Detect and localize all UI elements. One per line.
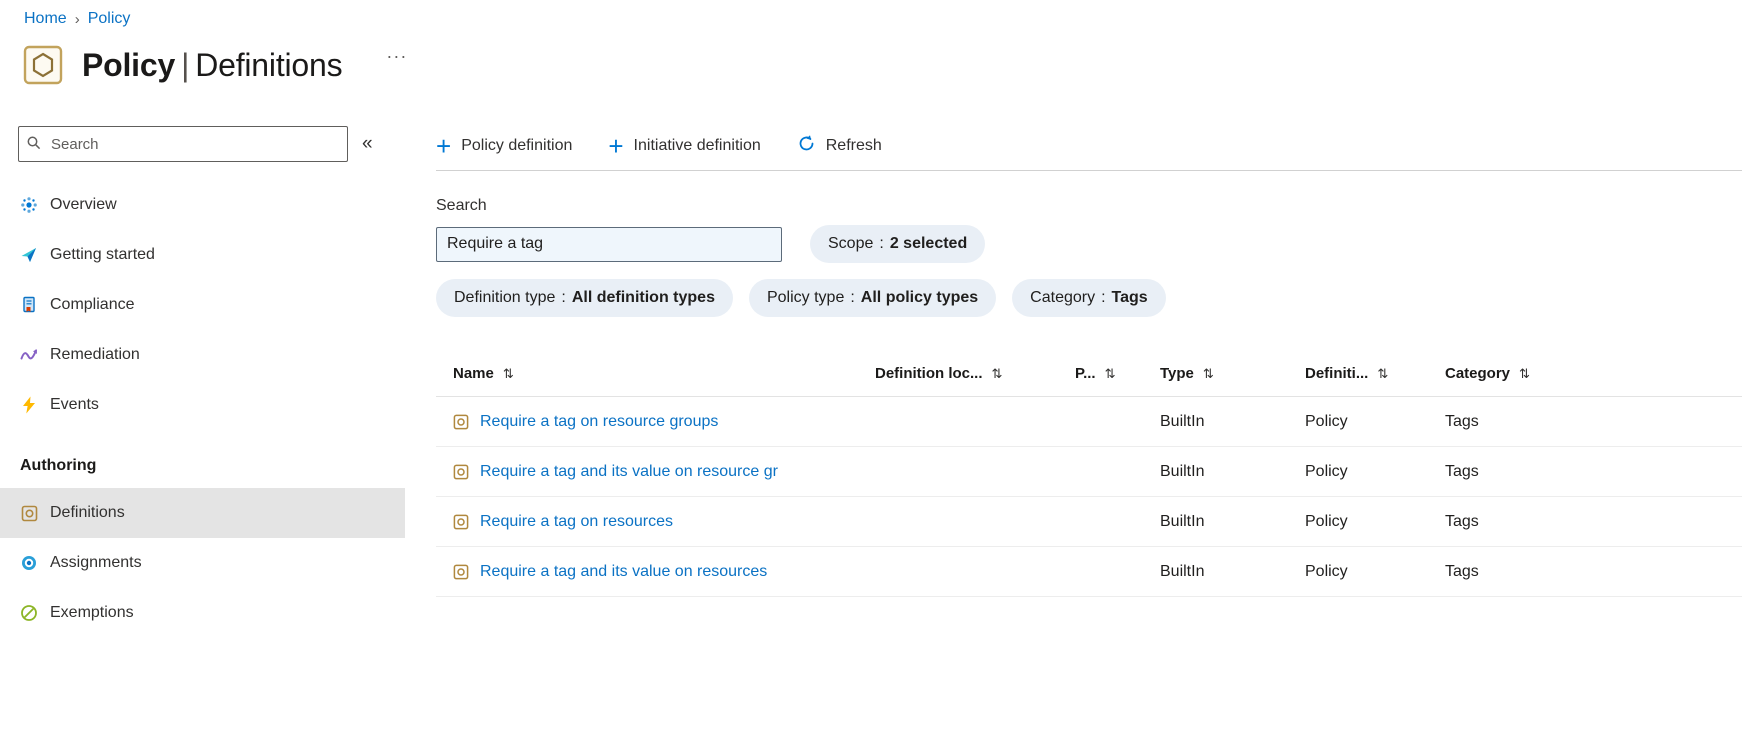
cell-type: BuiltIn — [1160, 412, 1205, 430]
breadcrumb-separator-icon: › — [74, 10, 80, 28]
definition-link[interactable]: Require a tag on resources — [480, 513, 673, 531]
refresh-button[interactable]: Refresh — [797, 134, 882, 158]
remediation-icon — [20, 346, 38, 364]
search-icon — [26, 135, 42, 156]
definition-link[interactable]: Require a tag and its value on resources — [480, 563, 767, 581]
column-header-policies[interactable]: P... ⇅ — [1058, 365, 1143, 382]
sidebar-item-overview[interactable]: Overview — [0, 180, 405, 230]
sidebar-item-label: Overview — [50, 196, 117, 213]
assignments-icon — [20, 554, 38, 572]
events-icon — [20, 396, 38, 414]
sidebar-search-input[interactable] — [18, 126, 348, 162]
main-panel: + Policy definition + Initiative definit… — [405, 126, 1742, 638]
sidebar-collapse-button[interactable]: « — [362, 133, 373, 155]
breadcrumb-home-link[interactable]: Home — [24, 10, 67, 28]
sidebar-item-label: Assignments — [50, 554, 142, 571]
column-header-name[interactable]: Name ⇅ — [436, 365, 858, 382]
sidebar-item-label: Exemptions — [50, 604, 134, 621]
cell-type: BuiltIn — [1160, 562, 1205, 580]
sidebar-item-getting-started[interactable]: Getting started — [0, 230, 405, 280]
sort-icon: ⇅ — [1519, 365, 1530, 381]
column-header-category[interactable]: Category ⇅ — [1428, 365, 1742, 382]
cell-definition-type: Policy — [1305, 562, 1348, 580]
sort-icon: ⇅ — [1104, 365, 1116, 381]
cell-type: BuiltIn — [1160, 462, 1205, 480]
getting-started-icon — [20, 246, 38, 264]
refresh-icon — [797, 134, 816, 158]
toolbar-divider — [436, 170, 1742, 171]
page-header: Policy | Definitions ··· — [0, 28, 1742, 86]
cell-definition-type: Policy — [1305, 462, 1348, 480]
page-title: Policy | Definitions — [82, 46, 343, 83]
column-header-definition-type[interactable]: Definiti... ⇅ — [1288, 365, 1428, 382]
sidebar-item-events[interactable]: Events — [0, 380, 405, 430]
policy-definition-button[interactable]: + Policy definition — [436, 131, 572, 161]
policy-type-filter-pill[interactable]: Policy type : All policy types — [748, 279, 997, 317]
sidebar-item-definitions[interactable]: Definitions — [0, 488, 405, 538]
sidebar-item-assignments[interactable]: Assignments — [0, 538, 405, 588]
sidebar-item-exemptions[interactable]: Exemptions — [0, 588, 405, 638]
definitions-icon — [20, 504, 38, 522]
plus-icon: + — [608, 131, 624, 161]
sidebar-item-label: Getting started — [50, 246, 155, 263]
sidebar-item-label: Definitions — [50, 504, 125, 521]
plus-icon: + — [436, 131, 452, 161]
sidebar-item-compliance[interactable]: Compliance — [0, 280, 405, 330]
sidebar-section-authoring: Authoring — [20, 457, 97, 474]
content-area: « Overview — [0, 126, 1742, 638]
table-row[interactable]: Require a tag on resources BuiltIn Polic… — [436, 497, 1742, 547]
cell-category: Tags — [1445, 512, 1479, 530]
breadcrumb-policy-link[interactable]: Policy — [88, 10, 131, 28]
overview-icon — [20, 196, 38, 214]
definitions-table: Name ⇅ Definition loc... ⇅ P... ⇅ Type ⇅ Def… — [436, 351, 1742, 597]
sort-icon: ⇅ — [502, 365, 514, 381]
exemptions-icon — [20, 604, 38, 622]
sort-icon: ⇅ — [1202, 365, 1214, 381]
breadcrumb: Home › Policy — [0, 0, 1742, 28]
policy-definition-icon — [453, 414, 469, 430]
definition-search-input[interactable] — [436, 226, 782, 262]
cell-definition-type: Policy — [1305, 412, 1348, 430]
cell-category: Tags — [1445, 562, 1479, 580]
column-header-definition-location[interactable]: Definition loc... ⇅ — [858, 365, 1058, 382]
table-row[interactable]: Require a tag on resource groups BuiltIn… — [436, 397, 1742, 447]
policy-definition-icon — [453, 464, 469, 480]
table-row[interactable]: Require a tag and its value on resource … — [436, 447, 1742, 497]
definition-type-filter-pill[interactable]: Definition type : All definition types — [436, 279, 733, 317]
initiative-definition-button[interactable]: + Initiative definition — [608, 131, 760, 161]
table-row[interactable]: Require a tag and its value on resources… — [436, 547, 1742, 597]
cell-category: Tags — [1445, 462, 1479, 480]
sidebar-item-label: Remediation — [50, 346, 140, 363]
scope-filter-pill[interactable]: Scope : 2 selected — [810, 225, 986, 263]
policy-definition-icon — [453, 564, 469, 580]
sort-icon: ⇅ — [1377, 365, 1389, 381]
policy-definition-icon — [453, 514, 469, 530]
definition-link[interactable]: Require a tag and its value on resource … — [480, 463, 778, 481]
category-filter-pill[interactable]: Category : Tags — [1012, 279, 1166, 317]
sidebar-item-label: Compliance — [50, 296, 135, 313]
more-menu-button[interactable]: ··· — [386, 46, 407, 67]
sidebar: « Overview — [0, 126, 405, 638]
policy-page-icon — [22, 44, 64, 86]
compliance-icon — [20, 296, 38, 314]
definition-link[interactable]: Require a tag on resource groups — [480, 413, 718, 431]
cell-category: Tags — [1445, 412, 1479, 430]
search-label: Search — [436, 197, 487, 214]
column-header-type[interactable]: Type ⇅ — [1143, 365, 1288, 382]
command-bar: + Policy definition + Initiative definit… — [436, 126, 1742, 166]
cell-type: BuiltIn — [1160, 512, 1205, 530]
cell-definition-type: Policy — [1305, 512, 1348, 530]
sort-icon: ⇅ — [991, 365, 1003, 381]
sidebar-item-remediation[interactable]: Remediation — [0, 330, 405, 380]
table-header-row: Name ⇅ Definition loc... ⇅ P... ⇅ Type ⇅ Def… — [436, 351, 1742, 397]
sidebar-item-label: Events — [50, 396, 99, 413]
